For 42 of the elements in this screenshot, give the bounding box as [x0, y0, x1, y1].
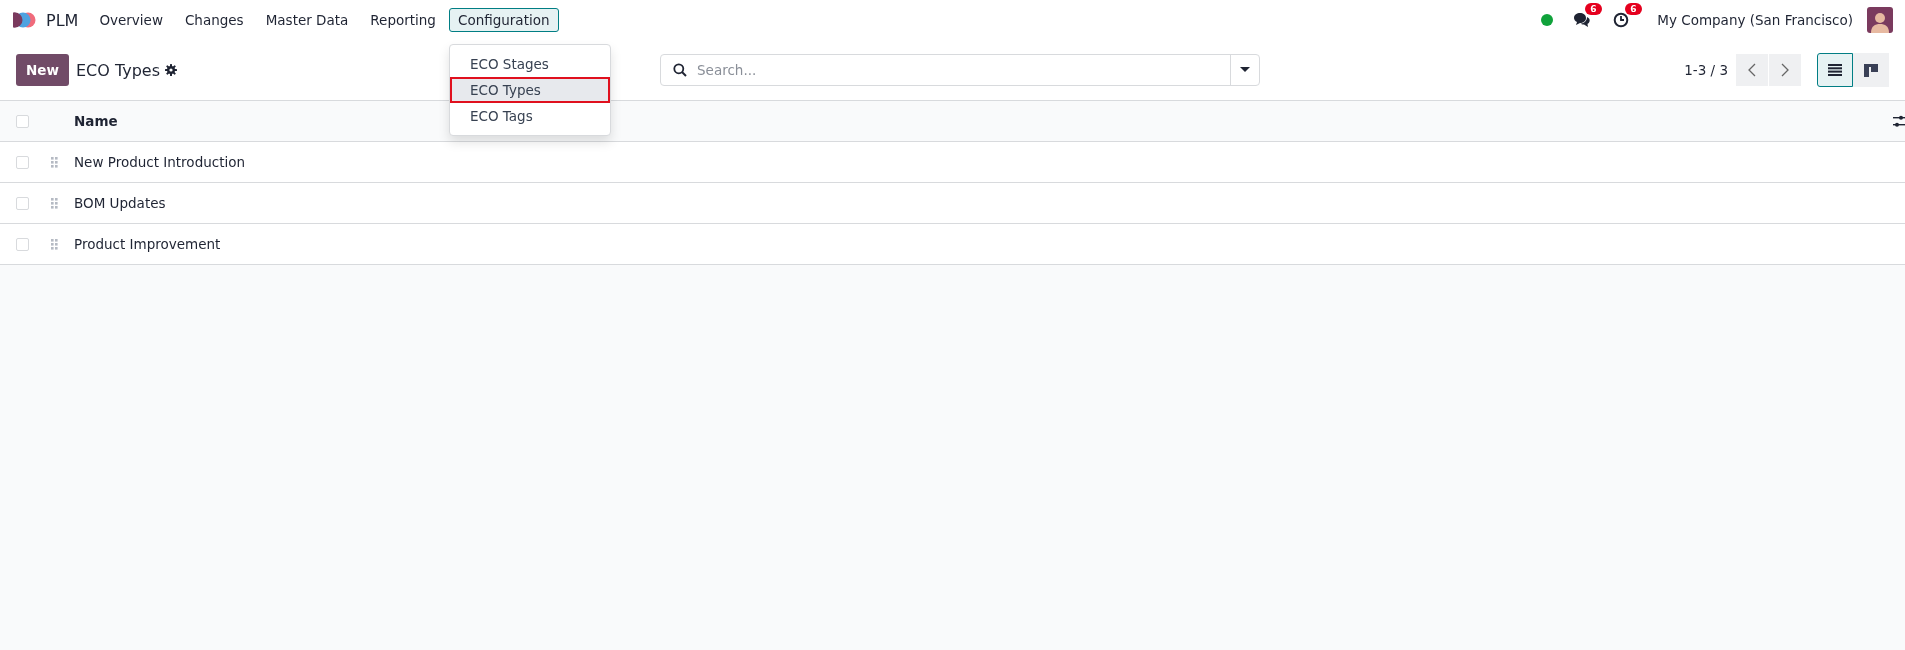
- dropdown-item[interactable]: ECO Tags: [449, 103, 610, 129]
- menu-item[interactable]: Reporting: [361, 8, 445, 32]
- menu-item[interactable]: Master Data: [256, 8, 358, 32]
- drag-handle-icon[interactable]: [51, 156, 58, 168]
- app-logo-icon[interactable]: [12, 11, 36, 29]
- menu-item[interactable]: Configuration: [448, 8, 559, 32]
- list-view-button[interactable]: [1817, 53, 1853, 87]
- table-cell: Product Improvement: [74, 236, 221, 252]
- caret-icon: [1240, 67, 1250, 73]
- activity-count-badge: 6: [1625, 3, 1642, 15]
- user-avatar[interactable]: [1867, 7, 1893, 33]
- dropdown-item[interactable]: ECO Stages: [449, 51, 610, 77]
- column-settings-icon[interactable]: [1893, 114, 1905, 128]
- drag-handle-icon[interactable]: [51, 238, 58, 250]
- table-cell: BOM Updates: [74, 195, 166, 211]
- menu-item[interactable]: Overview: [90, 8, 172, 32]
- gear-icon[interactable]: [165, 64, 177, 76]
- search-field[interactable]: Search...: [660, 54, 1260, 86]
- message-count-badge: 6: [1585, 3, 1602, 15]
- drag-handle-icon[interactable]: [51, 197, 58, 209]
- table-cell: New Product Introduction: [74, 154, 246, 170]
- chevron-right-icon: [1781, 63, 1789, 77]
- search-input[interactable]: Search...: [695, 61, 1230, 79]
- kanban-view-button[interactable]: [1853, 53, 1889, 87]
- chat-icon[interactable]: [1573, 12, 1592, 28]
- row-checkbox[interactable]: [16, 155, 29, 169]
- column-header[interactable]: Name: [74, 113, 118, 129]
- company-switcher[interactable]: My Company (San Francisco): [1657, 12, 1853, 28]
- list-icon: [1828, 64, 1842, 76]
- select-all-checkbox[interactable]: [16, 114, 29, 128]
- app-name[interactable]: PLM: [46, 10, 79, 30]
- row-checkbox[interactable]: [16, 237, 29, 251]
- search-icon: [673, 63, 687, 77]
- clock-icon[interactable]: [1613, 12, 1630, 28]
- pager-value[interactable]: 1-3 / 3: [1684, 62, 1728, 78]
- dropdown-item[interactable]: ECO Types: [449, 77, 610, 103]
- new-button[interactable]: New: [16, 54, 69, 86]
- kanban-icon: [1864, 63, 1878, 77]
- menu-item[interactable]: Changes: [175, 8, 253, 32]
- page-title: ECO Types: [75, 60, 160, 80]
- chevron-left-icon: [1748, 63, 1756, 77]
- row-checkbox[interactable]: [16, 196, 29, 210]
